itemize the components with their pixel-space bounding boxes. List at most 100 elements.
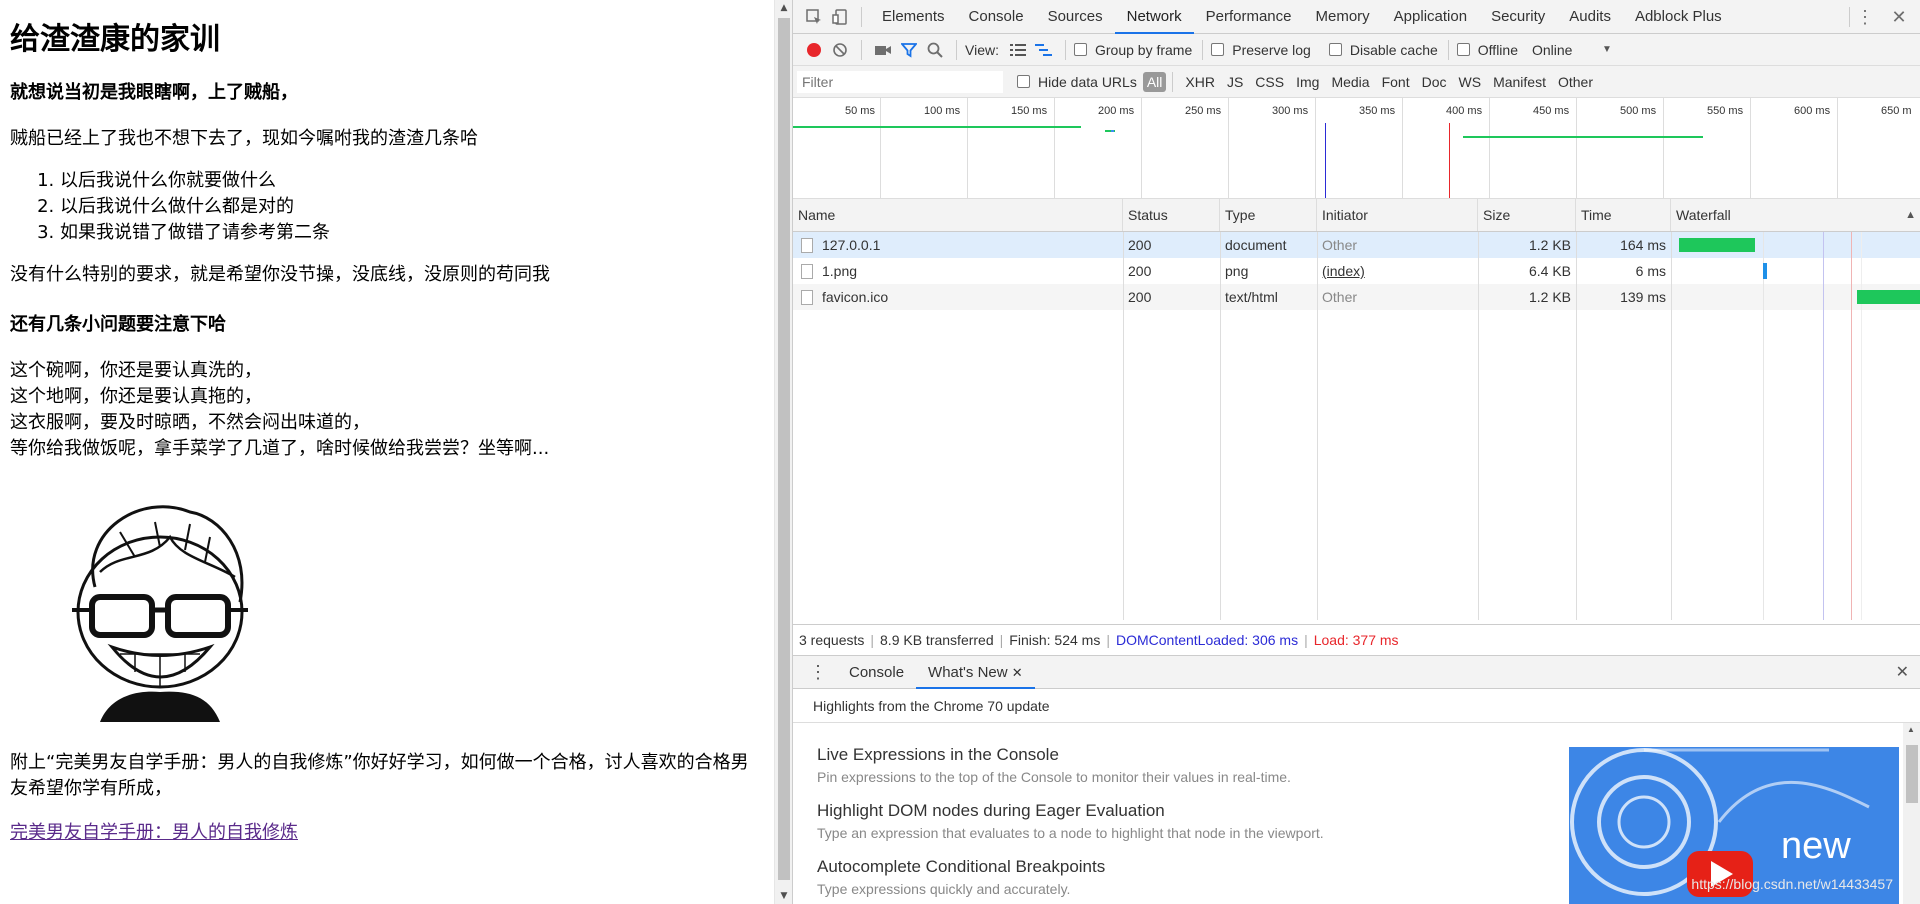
tab-network[interactable]: Network xyxy=(1114,0,1194,34)
tab-memory[interactable]: Memory xyxy=(1304,0,1382,34)
filter-type-js[interactable]: JS xyxy=(1221,74,1249,90)
requirement-paragraph: 没有什么特别的要求，就是希望你没节操，没底线，没原则的苟同我 xyxy=(10,264,550,285)
table-header: Name Status Type Initiator Size Time Wat… xyxy=(793,199,1920,232)
request-initiator-link[interactable]: (index) xyxy=(1317,258,1478,284)
filter-type-css[interactable]: CSS xyxy=(1249,74,1290,90)
offline-checkbox[interactable]: Offline xyxy=(1456,42,1518,58)
table-row[interactable]: 1.png 200 png (index) 6.4 KB 6 ms xyxy=(793,258,1920,284)
column-waterfall[interactable]: Waterfall ▲ xyxy=(1671,199,1920,231)
close-tab-icon[interactable]: ✕ xyxy=(1012,665,1023,680)
checkbox-box[interactable] xyxy=(1456,43,1470,56)
load-time: Load: 377 ms xyxy=(1313,632,1399,648)
request-type: document xyxy=(1225,237,1287,253)
scroll-down-arrow-icon[interactable]: ▼ xyxy=(775,888,793,904)
request-size: 1.2 KB xyxy=(1528,289,1571,305)
list-view-icon[interactable] xyxy=(1005,37,1031,63)
overview-gridline xyxy=(967,98,968,198)
preserve-log-checkbox[interactable]: Preserve log xyxy=(1211,42,1311,58)
sort-ascending-icon[interactable]: ▲ xyxy=(1905,209,1916,221)
tab-adblock-plus[interactable]: Adblock Plus xyxy=(1623,0,1734,34)
whats-new-item[interactable]: Highlight DOM nodes during Eager Evaluat… xyxy=(817,801,1324,841)
record-icon[interactable] xyxy=(801,37,827,63)
whats-new-scrollbar[interactable]: ▲ xyxy=(1903,723,1920,904)
page-scrollbar[interactable]: ▲ ▼ xyxy=(774,0,792,904)
close-icon[interactable]: ✕ xyxy=(1886,4,1912,30)
inspect-element-icon[interactable] xyxy=(801,4,827,30)
throttling-select[interactable]: Online xyxy=(1532,42,1602,58)
column-size[interactable]: Size xyxy=(1478,199,1576,231)
filter-input[interactable] xyxy=(797,70,1003,93)
chevron-down-icon[interactable]: ▼ xyxy=(1602,44,1612,55)
whats-new-item-desc: Type an expression that evaluates to a n… xyxy=(817,825,1324,841)
whats-new-item[interactable]: Autocomplete Conditional Breakpoints Typ… xyxy=(817,857,1105,897)
network-overview-timeline[interactable]: 50 ms 100 ms 150 ms 200 ms 250 ms 300 ms… xyxy=(793,98,1920,199)
checkbox-box[interactable] xyxy=(1211,43,1225,56)
search-icon[interactable] xyxy=(922,37,948,63)
separator: | xyxy=(870,632,875,648)
filter-type-ws[interactable]: WS xyxy=(1453,74,1488,90)
view-label: View: xyxy=(965,41,999,58)
filter-type-all[interactable]: All xyxy=(1142,71,1167,92)
column-type[interactable]: Type xyxy=(1220,199,1317,231)
drawer-tab-console[interactable]: Console xyxy=(837,656,916,689)
screenshot-camera-icon[interactable] xyxy=(870,37,896,63)
divider xyxy=(861,6,862,27)
intro-paragraph: 贼船已经上了我也不想下去了，现如今嘱咐我的渣渣几条哈 xyxy=(10,128,478,149)
close-drawer-icon[interactable]: ✕ xyxy=(1896,662,1909,682)
issue-line: 这个碗啊，你还是要认真洗的， xyxy=(10,360,262,381)
overview-tick-label: 400 ms xyxy=(1446,105,1483,117)
filter-type-media[interactable]: Media xyxy=(1325,74,1375,90)
image-file-icon xyxy=(801,263,813,279)
tab-security[interactable]: Security xyxy=(1479,0,1557,34)
disable-cache-checkbox[interactable]: Disable cache xyxy=(1328,42,1438,58)
appendix-paragraph: 附上“完美男友自学手册：男人的自我修炼”你好好学习，如何做一个合格，讨人喜欢的合… xyxy=(10,752,749,799)
checkbox-box[interactable] xyxy=(1328,43,1342,56)
tab-performance[interactable]: Performance xyxy=(1194,0,1304,34)
drawer-tab-whats-new[interactable]: What's New ✕ xyxy=(916,656,1035,689)
tab-elements[interactable]: Elements xyxy=(870,0,957,34)
overview-gridline xyxy=(880,98,881,198)
column-initiator[interactable]: Initiator xyxy=(1317,199,1478,231)
tab-application[interactable]: Application xyxy=(1382,0,1479,34)
filter-type-doc[interactable]: Doc xyxy=(1416,74,1453,90)
separator: | xyxy=(1106,632,1110,648)
more-options-icon[interactable]: ⋮ xyxy=(1852,4,1878,30)
scroll-up-arrow-icon[interactable]: ▲ xyxy=(775,0,793,16)
tab-console[interactable]: Console xyxy=(957,0,1036,34)
waterfall-view-icon[interactable] xyxy=(1031,37,1057,63)
cartoon-face-image xyxy=(60,492,260,722)
tab-sources[interactable]: Sources xyxy=(1036,0,1115,34)
tab-audits[interactable]: Audits xyxy=(1557,0,1623,34)
filter-funnel-icon[interactable] xyxy=(896,37,922,63)
scroll-up-arrow-icon[interactable]: ▲ xyxy=(1907,725,1915,734)
table-row[interactable]: favicon.ico 200 text/html Other 1.2 KB 1… xyxy=(793,284,1920,310)
requests-table: Name Status Type Initiator Size Time Wat… xyxy=(793,199,1920,620)
page-title: 给渣渣康的家训 xyxy=(10,22,220,57)
device-toolbar-icon[interactable] xyxy=(827,4,853,30)
filter-type-img[interactable]: Img xyxy=(1290,74,1325,90)
column-status[interactable]: Status xyxy=(1123,199,1220,231)
drawer-menu-icon[interactable]: ⋮ xyxy=(793,662,837,683)
whats-new-item[interactable]: Live Expressions in the Console Pin expr… xyxy=(817,745,1291,785)
filter-bar: Hide data URLs All XHR JS CSS Img Media … xyxy=(793,66,1920,98)
checkbox-box[interactable] xyxy=(1017,75,1030,88)
request-initiator: Other xyxy=(1322,237,1358,253)
divider xyxy=(1202,39,1204,60)
checkbox-box[interactable] xyxy=(1073,43,1087,56)
group-by-frame-checkbox[interactable]: Group by frame xyxy=(1073,42,1192,58)
filter-type-other[interactable]: Other xyxy=(1552,74,1599,90)
request-name: 127.0.0.1 xyxy=(822,237,881,253)
handbook-link[interactable]: 完美男友自学手册：男人的自我修炼 xyxy=(10,822,298,843)
filter-type-font[interactable]: Font xyxy=(1376,74,1416,90)
scrollbar-thumb[interactable] xyxy=(1906,745,1918,803)
table-row[interactable]: 127.0.0.1 200 document Other 1.2 KB 164 … xyxy=(793,232,1920,258)
waterfall-bar xyxy=(1679,238,1755,252)
filter-type-xhr[interactable]: XHR xyxy=(1179,74,1221,90)
filter-type-manifest[interactable]: Manifest xyxy=(1487,74,1552,90)
column-time[interactable]: Time xyxy=(1576,199,1671,231)
overview-gridline xyxy=(1576,98,1577,198)
column-name[interactable]: Name xyxy=(793,199,1123,231)
scrollbar-thumb[interactable] xyxy=(778,18,790,880)
clear-icon[interactable] xyxy=(827,37,853,63)
hide-data-urls-checkbox[interactable]: Hide data URLs xyxy=(1017,74,1137,90)
